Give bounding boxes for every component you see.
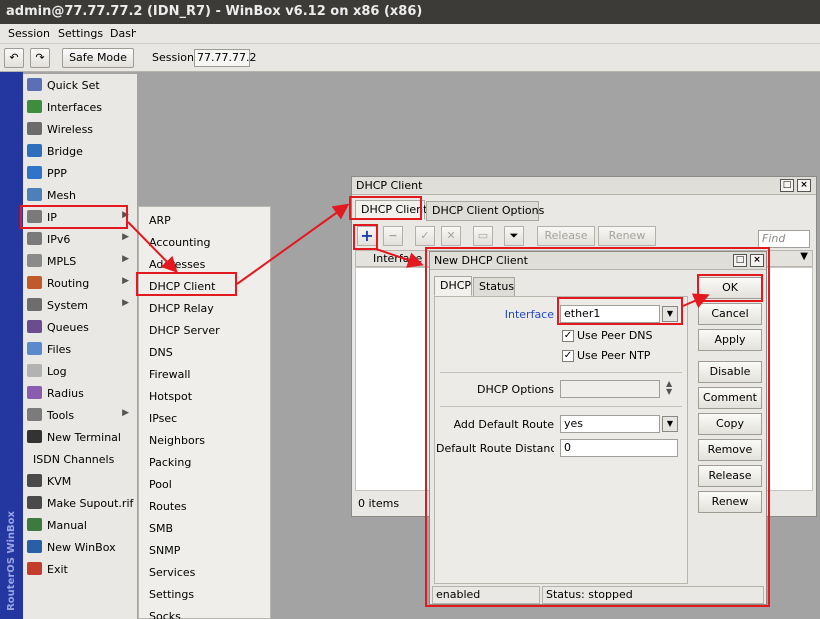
arrow-submenu-to-window <box>236 203 350 285</box>
arrow-interface-to-ok <box>682 293 710 309</box>
arrow-add-to-dialog <box>375 248 424 268</box>
arrow-ip-to-submenu <box>127 221 178 273</box>
annotation-arrows <box>127 203 710 309</box>
